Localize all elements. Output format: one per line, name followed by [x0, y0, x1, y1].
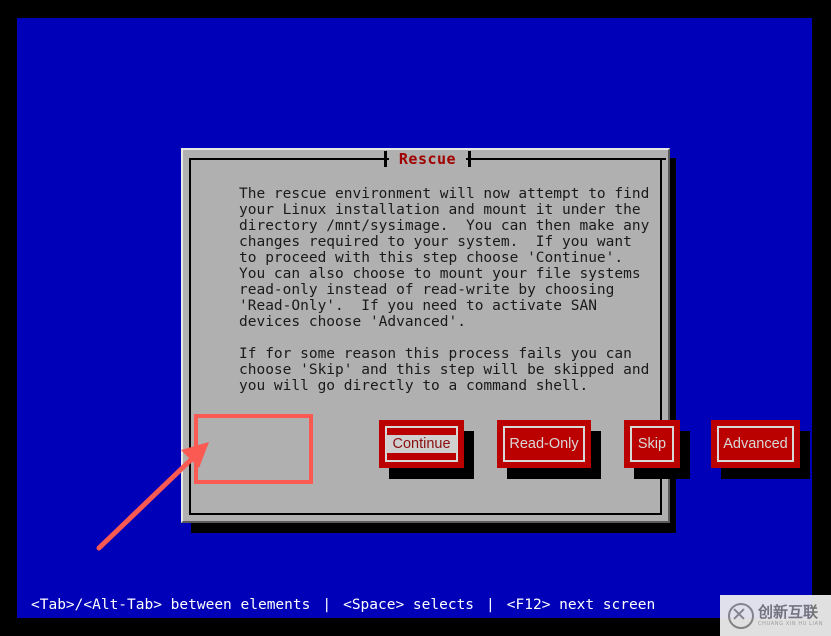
watermark-en-text: CHUANG XIN HU LIAN: [758, 620, 823, 627]
screen: Rescue The rescue environment will now a…: [0, 0, 831, 636]
continue-button[interactable]: Continue: [379, 420, 464, 468]
status-bar: <Tab>/<Alt-Tab> between elements | <Spac…: [17, 592, 812, 618]
status-hint-space: <Space> selects: [343, 597, 475, 613]
status-separator-1: |: [322, 597, 332, 613]
dialog-button-row: Continue Read-Only Skip Advanced: [183, 420, 810, 500]
button-label: Advanced: [723, 436, 788, 452]
status-hint-tab: <Tab>/<Alt-Tab> between elements: [31, 597, 311, 613]
button-wrap-read-only: Read-Only: [497, 420, 601, 479]
watermark-texts: 创新互联 CHUANG XIN HU LIAN: [758, 602, 823, 627]
button-wrap-continue: Continue: [379, 420, 474, 479]
button-label: Read-Only: [509, 436, 579, 452]
skip-button[interactable]: Skip: [624, 420, 680, 468]
button-label: Continue: [386, 435, 457, 453]
button-wrap-advanced: Advanced: [711, 420, 810, 479]
rescue-dialog: Rescue The rescue environment will now a…: [181, 148, 810, 523]
advanced-button[interactable]: Advanced: [711, 420, 800, 468]
dialog-body-text: The rescue environment will now attempt …: [239, 186, 650, 394]
status-hint-f12: <F12> next screen: [506, 597, 656, 613]
status-separator-2: |: [486, 597, 495, 613]
watermark: 创新互联 CHUANG XIN HU LIAN: [720, 595, 831, 636]
read-only-button[interactable]: Read-Only: [497, 420, 591, 468]
button-wrap-skip: Skip: [624, 420, 690, 479]
button-label: Skip: [637, 436, 667, 452]
console-canvas: Rescue The rescue environment will now a…: [17, 18, 812, 618]
watermark-cn-text: 创新互联: [758, 602, 819, 621]
watermark-logo-icon: [728, 602, 754, 629]
